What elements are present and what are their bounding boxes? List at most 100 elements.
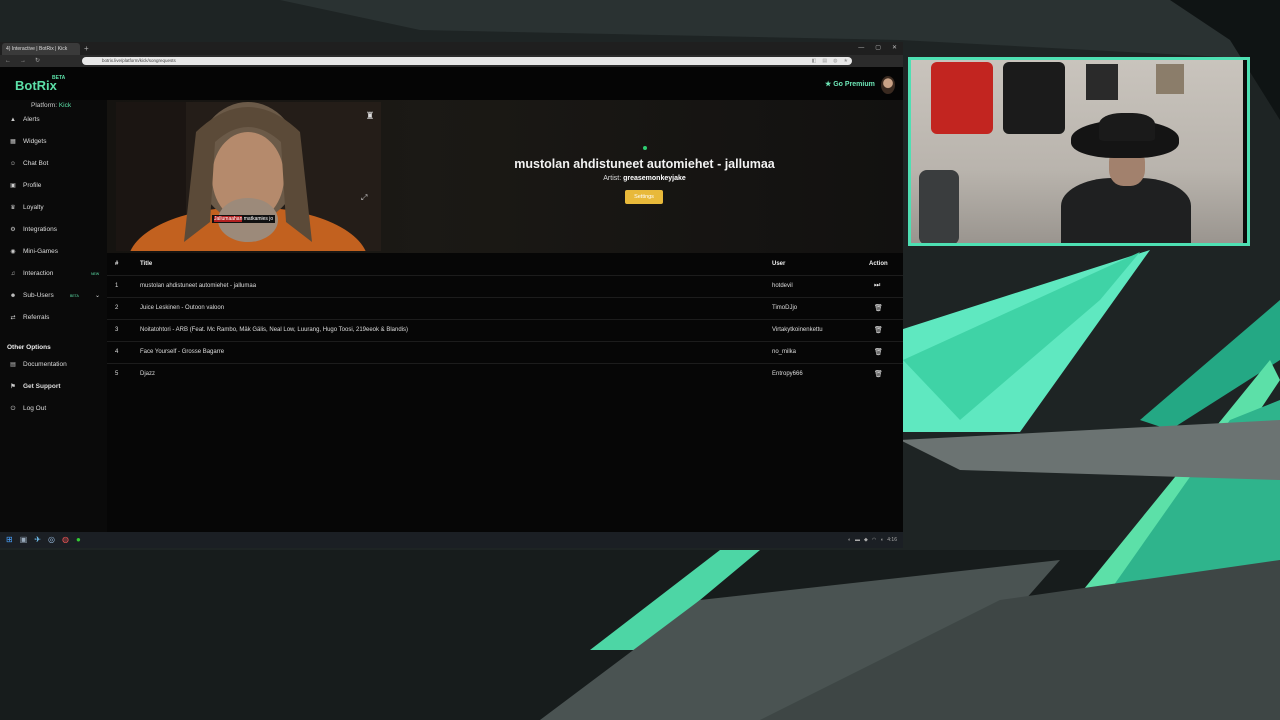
sidebar-item-loyalty[interactable]: ♛ Loyalty <box>8 202 103 214</box>
close-icon[interactable]: ✕ <box>892 43 897 54</box>
start-icon[interactable]: ⊞ <box>6 535 13 545</box>
streamer-body <box>1061 178 1191 243</box>
video-player[interactable]: Jallumaahan matkamies jo ♜ ⤢ <box>116 102 381 251</box>
table-row: 5 Djazz Entropy666 🗑 <box>107 363 903 385</box>
sidebar-item-sub-users[interactable]: ☻ Sub-Users BETA ⌄ <box>8 290 103 302</box>
sidebar-item-label: Log Out <box>23 405 47 412</box>
row-user: TimoDJjo <box>772 305 798 311</box>
url-input[interactable]: botrix.live/platform/kick/songrequests <box>82 57 852 65</box>
sidebar-item-label: Widgets <box>23 138 47 145</box>
row-number: 5 <box>115 371 119 377</box>
browser-tab[interactable]: 4) Interactive | BotRix | Kick <box>2 43 80 55</box>
sidebar-item-get-support[interactable]: ⚑ Get Support <box>8 381 103 393</box>
extensions-row: ◧ ▤ ◍ ★ <box>812 56 848 66</box>
new-badge: NEW <box>91 272 100 276</box>
taskbar-apps: ⊞ ▣ ✈ ◎ ◍ ● <box>6 535 81 545</box>
sidebar-item-chat-bot[interactable]: ☺ Chat Bot <box>8 158 103 170</box>
column-header-user: User <box>772 261 786 267</box>
trash-icon[interactable]: 🗑 <box>874 370 883 378</box>
table-row: 4 Face Yourself - Grosse Bagarre no_milk… <box>107 341 903 363</box>
volume-icon[interactable]: ◖ <box>880 535 883 545</box>
tray-icon[interactable]: ▬ <box>855 535 860 545</box>
row-number: 2 <box>115 305 119 311</box>
maximize-icon[interactable]: ▢ <box>875 43 881 54</box>
sidebar: Platform: Kick ▲ Alerts ▦ Widgets ☺ Chat Bo… <box>0 100 105 532</box>
trash-icon[interactable]: 🗑 <box>874 304 883 312</box>
sidebar-item-label: Interaction <box>23 270 54 277</box>
sidebar-item-label: Sub-Users <box>23 292 54 299</box>
profile-icon: ▣ <box>10 183 16 189</box>
browser-icon[interactable]: ◍ <box>62 535 69 545</box>
task-view-icon[interactable]: ▣ <box>20 535 28 545</box>
sidebar-item-log-out[interactable]: ⏻ Log Out <box>8 403 103 415</box>
back-icon[interactable]: ← <box>5 56 11 66</box>
sidebar-item-documentation[interactable]: ▤ Documentation <box>8 359 103 371</box>
tray-icon[interactable]: ◐ <box>848 535 851 545</box>
wifi-icon[interactable]: ◠ <box>872 535 876 545</box>
spotify-icon[interactable]: ● <box>76 535 81 545</box>
platform-label: Platform: <box>31 102 58 109</box>
settings-button[interactable]: Settings <box>625 190 663 204</box>
forward-icon[interactable]: → <box>20 56 26 66</box>
users-icon: ☻ <box>9 293 17 299</box>
sidebar-item-widgets[interactable]: ▦ Widgets <box>8 136 103 148</box>
minimize-icon[interactable]: — <box>858 43 864 54</box>
sidebar-item-label: Profile <box>23 182 42 189</box>
column-header-number: # <box>115 261 119 267</box>
row-number: 4 <box>115 349 119 355</box>
wall-shirt <box>1003 62 1065 134</box>
trash-icon[interactable]: 🗑 <box>874 326 883 334</box>
table-row: 1 mustolan ahdistuneet automiehet - jall… <box>107 275 903 297</box>
app-icon[interactable]: ◎ <box>48 535 55 545</box>
webcam-overlay <box>908 57 1250 246</box>
row-title: Djazz <box>140 371 156 377</box>
extension-icon[interactable]: ◍ <box>833 56 837 66</box>
tray-icon[interactable]: ◆ <box>864 535 868 545</box>
go-premium-link[interactable]: ★ Go Premium <box>825 80 875 88</box>
channel-logo-icon: ♜ <box>365 111 375 122</box>
table-row: 2 Juice Leskinen - Outoon valoon TimoDJj… <box>107 297 903 319</box>
sidebar-item-integrations[interactable]: ⚙ Integrations <box>8 224 103 236</box>
chevron-down-icon[interactable]: ⌄ <box>95 290 100 302</box>
row-user: no_milka <box>772 349 797 355</box>
artist-name: greasemonkeyjake <box>623 175 686 182</box>
clock[interactable]: 4:16 <box>887 535 897 545</box>
new-tab-icon[interactable]: + <box>84 43 89 54</box>
integrations-icon: ⚙ <box>10 227 16 233</box>
trash-icon[interactable]: 🗑 <box>874 348 883 356</box>
star-icon: ★ <box>825 81 832 88</box>
widgets-icon: ▦ <box>10 139 16 145</box>
referrals-icon: ⇄ <box>10 315 16 321</box>
botrix-logo[interactable]: BotRix <box>15 78 57 93</box>
sidebar-item-label: Loyalty <box>23 204 44 211</box>
sidebar-item-profile[interactable]: ▣ Profile <box>8 180 103 192</box>
column-header-action: Action <box>869 261 888 267</box>
status-dot <box>643 146 647 150</box>
chair <box>919 170 959 243</box>
tab-strip: 4) Interactive | BotRix | Kick + — ▢ ✕ <box>0 42 903 55</box>
row-number: 3 <box>115 327 119 333</box>
sidebar-item-interaction[interactable]: ♫ Interaction NEW <box>8 268 103 280</box>
main-content: Jallumaahan matkamies jo ♜ ⤢ mustolan ah… <box>107 100 903 532</box>
sidebar-item-alerts[interactable]: ▲ Alerts <box>8 114 103 126</box>
cowboy-hat-crown <box>1099 113 1155 141</box>
sidebar-item-label: Documentation <box>23 361 67 368</box>
sidebar-item-label: Referrals <box>23 314 50 321</box>
sidebar-item-mini-games[interactable]: ◉ Mini-Games <box>8 246 103 258</box>
reload-icon[interactable]: ↻ <box>35 56 40 66</box>
star-icon[interactable]: ★ <box>844 56 848 66</box>
fullscreen-icon[interactable]: ⤢ <box>361 193 367 203</box>
artist-label: Artist: <box>603 175 622 182</box>
extension-icon[interactable]: ◧ <box>812 56 817 66</box>
sidebar-item-label: Get Support <box>23 383 61 390</box>
app-icon[interactable]: ✈ <box>34 535 41 545</box>
user-avatar[interactable] <box>881 76 895 94</box>
play-next-icon[interactable]: ⏭ <box>874 282 880 290</box>
row-user: hotdevil <box>772 283 793 289</box>
table-row: 3 Noitatohtori - ARB (Feat. Mc Rambo, Mä… <box>107 319 903 341</box>
column-header-title: Title <box>140 261 153 267</box>
extension-icon[interactable]: ▤ <box>822 56 827 66</box>
row-number: 1 <box>115 283 119 289</box>
sidebar-item-referrals[interactable]: ⇄ Referrals <box>8 312 103 324</box>
beta-badge: BETA <box>70 294 79 298</box>
